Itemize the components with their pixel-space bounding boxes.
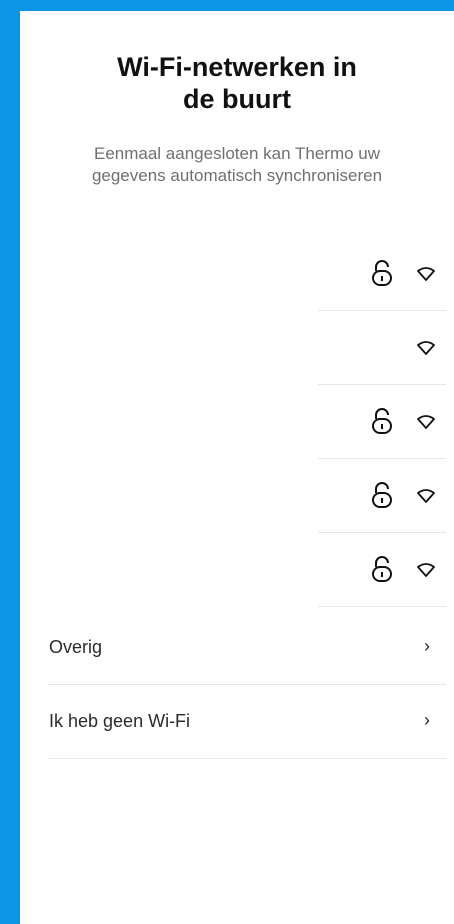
network-row-4[interactable]: [318, 459, 446, 533]
lock-icon: [372, 482, 392, 508]
page-subtitle-line-2: gegevens automatisch synchroniseren: [91, 166, 383, 185]
network-row-3[interactable]: [318, 385, 446, 459]
no-wifi-label: Ik heb geen Wi-Fi: [49, 711, 191, 731]
network-row-5[interactable]: [318, 533, 446, 607]
wifi-icon: [417, 267, 435, 281]
network-row-1[interactable]: [318, 237, 446, 311]
page-subtitle-line-1: Eenmaal aangesloten kan Thermo uw: [93, 144, 381, 163]
other-network-label: Overig: [49, 637, 103, 657]
chevron-right-icon: ›: [424, 710, 430, 730]
chevron-right-icon: ›: [424, 636, 430, 656]
no-wifi-option[interactable]: Ik heb geen Wi-Fi ›: [48, 685, 446, 759]
wifi-icon: [417, 563, 435, 577]
page-title: Wi-Fi-netwerken in de buurt: [20, 51, 454, 115]
wifi-selection-panel: Wi-Fi-netwerken in de buurt Eenmaal aang…: [20, 11, 454, 924]
page-title-line-1: Wi-Fi-netwerken in: [117, 52, 357, 82]
wifi-icon: [417, 341, 435, 355]
lock-icon: [372, 260, 392, 286]
lock-icon: [372, 556, 392, 582]
page-subtitle: Eenmaal aangesloten kan Thermo uw gegeve…: [20, 143, 454, 187]
wifi-icon: [417, 489, 435, 503]
network-row-2[interactable]: [318, 311, 446, 385]
lock-icon: [372, 408, 392, 434]
other-network-option[interactable]: Overig ›: [48, 611, 446, 685]
page-title-line-2: de buurt: [183, 84, 291, 114]
wifi-icon: [417, 415, 435, 429]
